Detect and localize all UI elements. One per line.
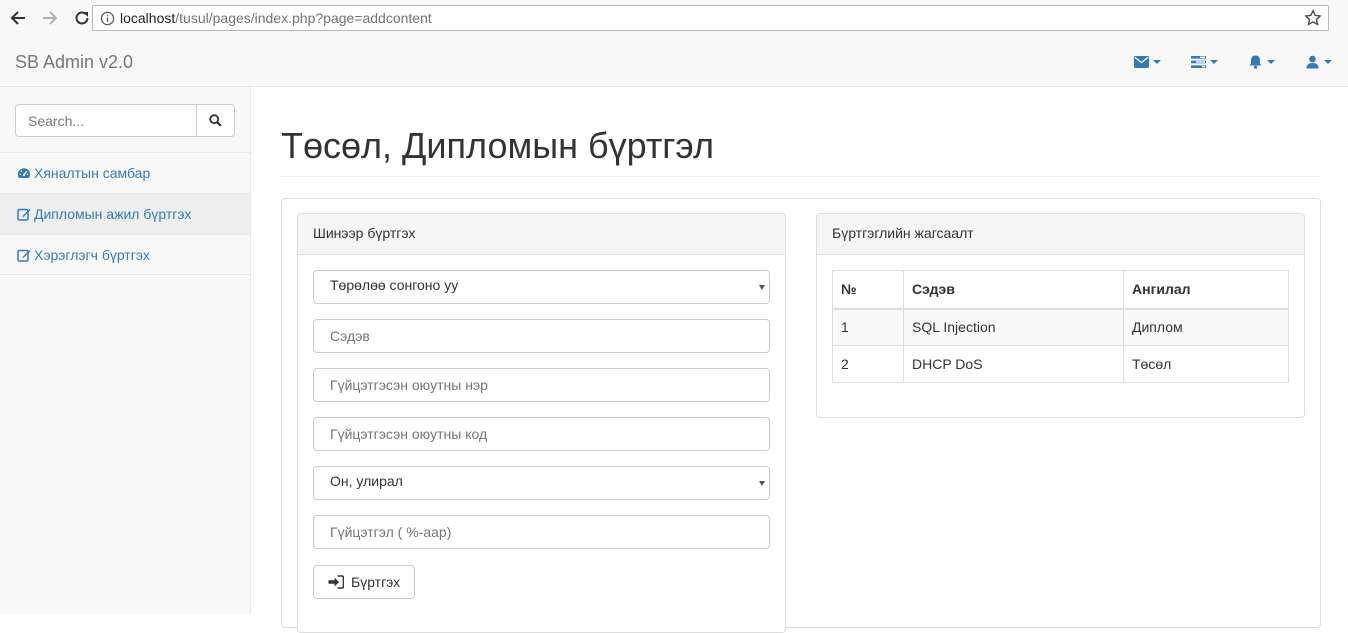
url-path: /tusul/pages/index.php?page=addcontent: [175, 10, 432, 26]
submit-button-label: Бүртгэх: [351, 574, 401, 590]
column-header-topic: Сэдэв: [903, 270, 1124, 310]
browser-toolbar: localhost/tusul/pages/index.php?page=add…: [0, 0, 1348, 36]
forward-button[interactable]: [36, 4, 64, 32]
info-icon[interactable]: [96, 7, 118, 29]
register-panel: Шинээр бүртгэх Төрөлөө сонгоно уу Он, ул…: [297, 213, 786, 633]
row-category-cell: Төсөл: [1123, 345, 1289, 383]
table-row[interactable]: 2 DHCP DoS Төсөл: [832, 345, 1289, 383]
list-panel: Бүртгэглийн жагсаалт № Сэдэв Ангилал 1 S…: [816, 213, 1305, 418]
topic-input[interactable]: [313, 319, 770, 353]
search-button[interactable]: [197, 104, 235, 137]
edit-icon: [17, 249, 31, 262]
submit-button[interactable]: Бүртгэх: [313, 565, 415, 599]
url-host: localhost: [120, 10, 176, 26]
sidebar-item-label: Хэрэглэгч бүртгэх: [34, 246, 150, 263]
row-topic-cell: SQL Injection: [903, 308, 1124, 346]
row-number-cell: 2: [832, 345, 904, 383]
edit-icon: [17, 208, 31, 221]
url-text: localhost/tusul/pages/index.php?page=add…: [120, 10, 432, 26]
sidebar-item-users[interactable]: Хэрэглэгч бүртгэх: [0, 234, 250, 275]
list-panel-heading: Бүртгэглийн жагсаалт: [817, 214, 1304, 255]
page-title: Төсөл, Дипломын бүртгэл: [281, 125, 715, 166]
term-select-value: Он, улирал: [330, 473, 403, 489]
envelope-icon: [1134, 55, 1149, 68]
column-header-category: Ангилал: [1123, 270, 1289, 310]
messages-dropdown[interactable]: [1134, 55, 1161, 69]
reload-icon: [75, 11, 89, 25]
column-header-number: №: [832, 270, 904, 310]
search-icon: [209, 114, 222, 127]
caret-down-icon: [1267, 59, 1275, 64]
sidebar-item-label: Хяналтын самбар: [34, 165, 151, 181]
row-number-cell: 1: [832, 308, 904, 346]
bookmark-star-icon[interactable]: [1304, 9, 1322, 27]
navbar-icon-group: [1104, 36, 1332, 87]
forward-arrow-icon: [43, 11, 58, 25]
caret-down-icon: [1324, 59, 1332, 64]
sidebar-item-label: Дипломын ажил бүртгэх: [34, 206, 192, 222]
caret-down-icon: [1210, 59, 1218, 64]
back-button[interactable]: [4, 4, 32, 32]
alerts-dropdown[interactable]: [1248, 55, 1275, 69]
search-input[interactable]: [15, 104, 197, 137]
dashboard-icon: [17, 168, 31, 178]
type-select[interactable]: Төрөлөө сонгоно уу: [313, 270, 770, 304]
sidebar: Хяналтын самбар Дипломын ажил бүртгэх Хэ…: [0, 87, 251, 614]
sign-in-icon: [328, 575, 344, 589]
row-topic-cell: DHCP DoS: [903, 345, 1124, 383]
brand-link[interactable]: SB Admin v2.0: [15, 52, 133, 73]
student-name-input[interactable]: [313, 368, 770, 402]
bell-icon: [1249, 55, 1262, 69]
register-panel-heading: Шинээр бүртгэх: [298, 214, 785, 255]
table-header-row: № Сэдэв Ангилал: [832, 270, 1289, 310]
tasks-icon: [1191, 55, 1206, 68]
sidebar-nav: Хяналтын самбар Дипломын ажил бүртгэх Хэ…: [0, 152, 250, 275]
sidebar-item-dashboard[interactable]: Хяналтын самбар: [0, 152, 250, 193]
records-table: № Сэдэв Ангилал 1 SQL Injection Диплом 2…: [832, 270, 1289, 383]
address-bar[interactable]: localhost/tusul/pages/index.php?page=add…: [92, 5, 1329, 31]
type-select-value: Төрөлөө сонгоно уу: [330, 277, 459, 293]
top-navbar: SB Admin v2.0: [0, 36, 1348, 87]
progress-input[interactable]: [313, 515, 770, 549]
user-icon: [1306, 55, 1319, 68]
back-arrow-icon: [10, 11, 25, 25]
user-dropdown[interactable]: [1305, 55, 1332, 69]
select-arrow-icon: [759, 481, 765, 486]
student-code-input[interactable]: [313, 417, 770, 451]
table-row[interactable]: 1 SQL Injection Диплом: [832, 308, 1289, 346]
row-category-cell: Диплом: [1123, 308, 1289, 346]
tasks-dropdown[interactable]: [1191, 55, 1218, 69]
title-divider: [281, 176, 1321, 177]
sidebar-search: [15, 104, 235, 137]
caret-down-icon: [1153, 59, 1161, 64]
select-arrow-icon: [759, 285, 765, 290]
term-select[interactable]: Он, улирал: [313, 466, 770, 500]
sidebar-item-diploma[interactable]: Дипломын ажил бүртгэх: [0, 193, 250, 234]
